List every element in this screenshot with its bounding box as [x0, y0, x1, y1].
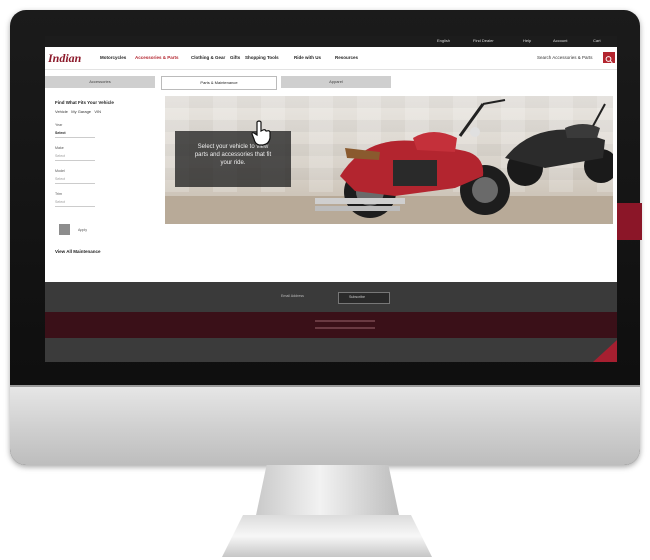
monitor-stand-base	[222, 515, 432, 557]
tab-accessories[interactable]: Accessories	[45, 76, 155, 88]
trim-label: Trim	[55, 192, 63, 196]
model-select[interactable]: Select	[55, 175, 95, 184]
trim-select[interactable]: Select	[55, 198, 95, 207]
cart-link[interactable]: Cart	[593, 38, 601, 43]
nav-accessories-parts[interactable]: Accessories & Parts	[135, 55, 179, 60]
nav-ride-with-us[interactable]: Ride with Us	[294, 55, 321, 60]
hero-message-line1: Select your vehicle to view	[197, 144, 269, 150]
nav-resources[interactable]: Resources	[335, 55, 358, 60]
apply-button[interactable]	[59, 224, 70, 235]
browser-screen: English Find Dealer Help Account Cart In…	[45, 36, 617, 362]
vehicle-finder-title: Find What Fits Your Vehicle	[55, 100, 114, 105]
footer-link-row	[315, 327, 375, 329]
hero-message-line2: parts and accessories that fit	[194, 152, 272, 158]
brand-logo[interactable]: Indian	[48, 51, 81, 66]
search-icon	[605, 56, 613, 64]
email-field[interactable]: Email Address	[281, 294, 304, 298]
apply-label: Apply	[78, 228, 87, 232]
newsletter-footer: Email Address Subscribe	[45, 282, 617, 312]
category-tabs: Accessories Parts & Maintenance Apparel	[45, 76, 617, 90]
year-select[interactable]: Select	[55, 129, 95, 138]
year-label: Year	[55, 123, 63, 127]
make-select[interactable]: Select	[55, 152, 95, 161]
tab-apparel[interactable]: Apparel	[281, 76, 391, 88]
hand-cursor-icon	[251, 120, 271, 146]
hero-message-line3: your ride.	[220, 160, 246, 166]
search-input[interactable]: Search Accessories & Parts	[537, 55, 593, 60]
footer-bottom	[45, 338, 617, 362]
model-label: Model	[55, 169, 65, 173]
monitor-stand	[255, 465, 400, 520]
finder-tab-garage[interactable]: My Garage	[71, 109, 91, 114]
search-button[interactable]	[603, 52, 615, 64]
tab-parts-maintenance[interactable]: Parts & Maintenance	[161, 76, 277, 90]
nav-gifts[interactable]: Gifts	[230, 55, 240, 60]
make-label: Make	[55, 146, 64, 150]
hero-message: Select your vehicle to view parts and ac…	[175, 131, 291, 187]
main-nav: Indian Motorcycles Accessories & Parts C…	[45, 47, 617, 70]
hero-banner: Select your vehicle to view parts and ac…	[165, 96, 613, 224]
subscribe-button[interactable]: Subscribe	[338, 292, 390, 304]
utility-bar: English Find Dealer Help Account Cart	[45, 36, 617, 47]
nav-shopping-tools[interactable]: Shopping Tools	[245, 55, 279, 60]
monitor-chin	[10, 385, 640, 465]
view-all-maintenance-link[interactable]: View All Maintenance	[55, 249, 101, 254]
nav-clothing-gear[interactable]: Clothing & Gear	[191, 55, 225, 60]
footer-link-row	[315, 320, 375, 322]
footer-links-band	[45, 312, 617, 338]
nav-motorcycles[interactable]: Motorcycles	[100, 55, 126, 60]
vehicle-finder-tabs: Vehicle My Garage VIN	[55, 109, 101, 114]
find-dealer-link[interactable]: Find Dealer	[473, 38, 494, 43]
finder-tab-vehicle[interactable]: Vehicle	[55, 109, 68, 114]
account-link[interactable]: Account	[553, 38, 567, 43]
subscribe-label: Subscribe	[349, 295, 365, 299]
help-link[interactable]: Help	[523, 38, 531, 43]
finder-tab-vin[interactable]: VIN	[94, 109, 101, 114]
language-link[interactable]: English	[437, 38, 450, 43]
chin-divider	[10, 385, 640, 387]
